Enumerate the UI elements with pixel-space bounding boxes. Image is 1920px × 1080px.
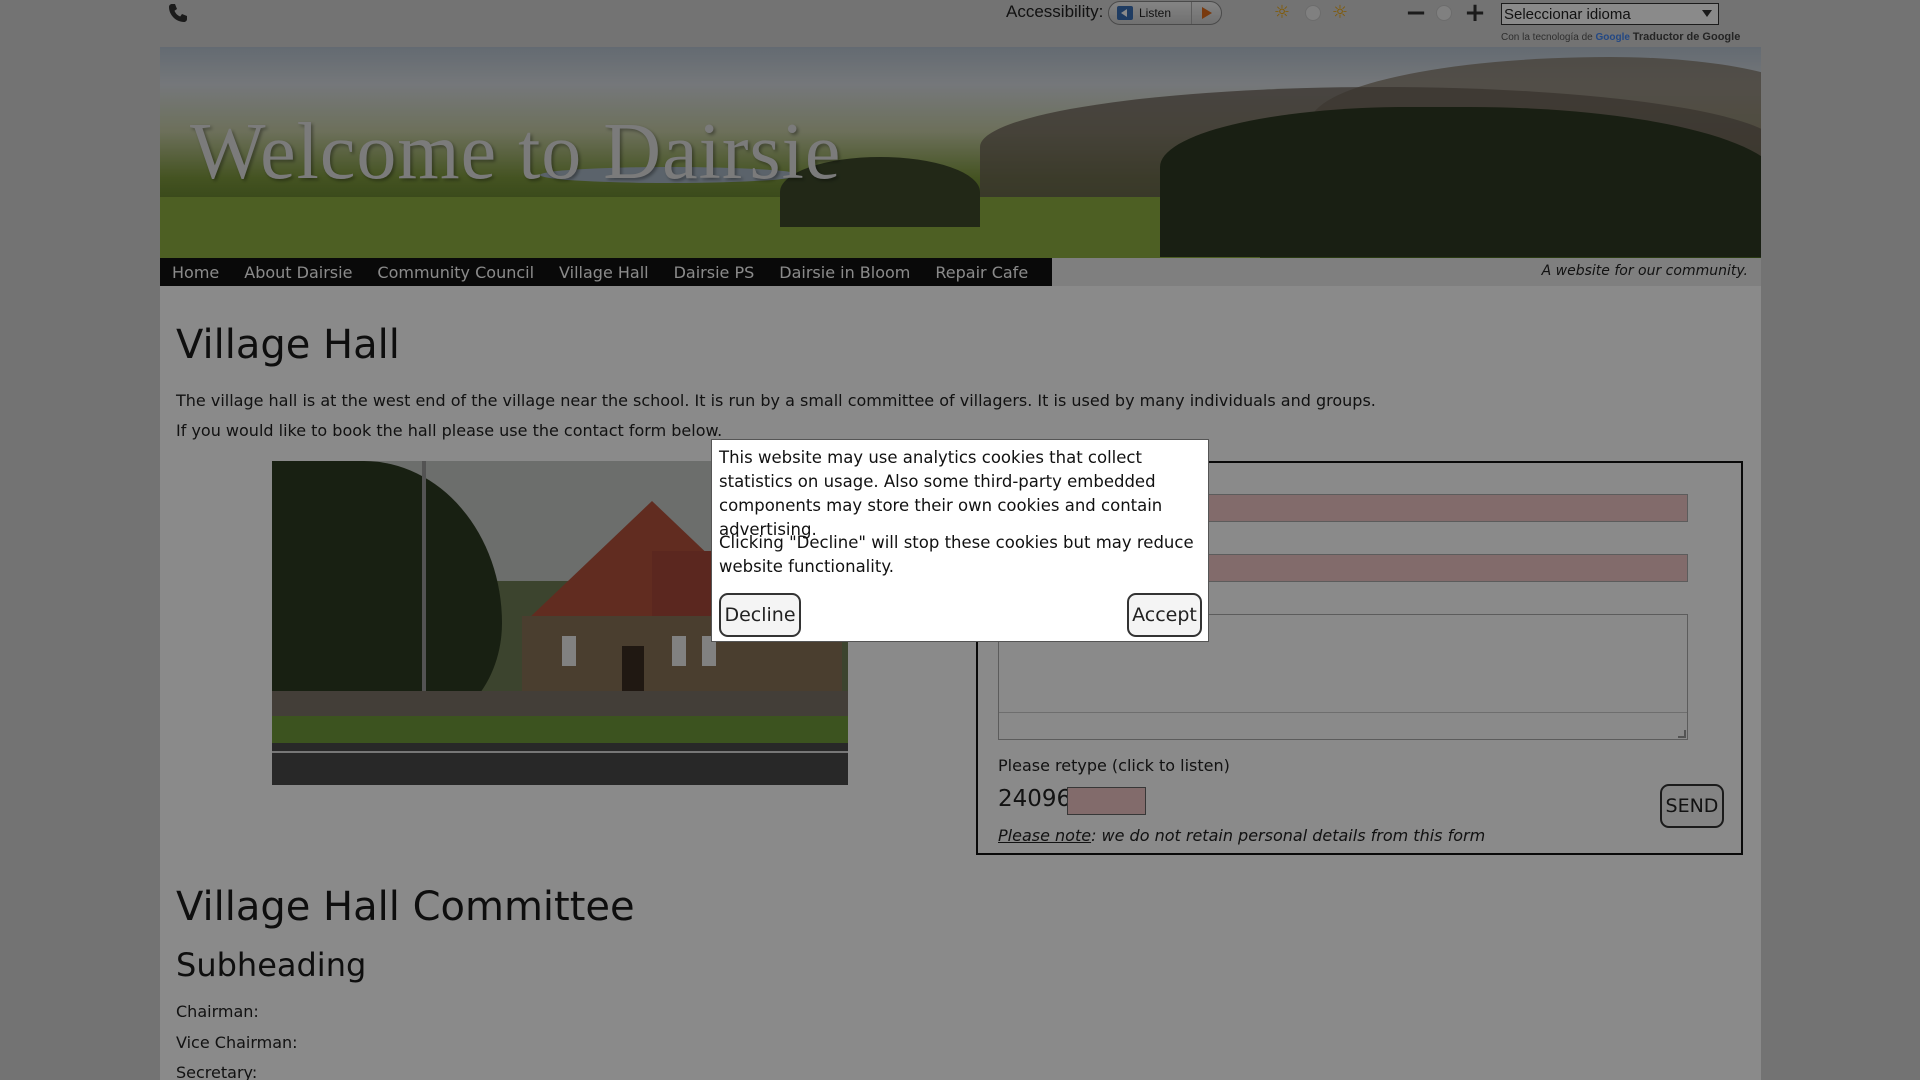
decline-button[interactable]: Decline [719, 593, 801, 637]
cookie-consent-dialog: This website may use analytics cookies t… [711, 439, 1209, 642]
cookie-text-decline-info: Clicking "Decline" will stop these cooki… [719, 533, 1194, 576]
cookie-text-analytics: This website may use analytics cookies t… [719, 448, 1163, 539]
accept-button[interactable]: Accept [1127, 593, 1202, 637]
